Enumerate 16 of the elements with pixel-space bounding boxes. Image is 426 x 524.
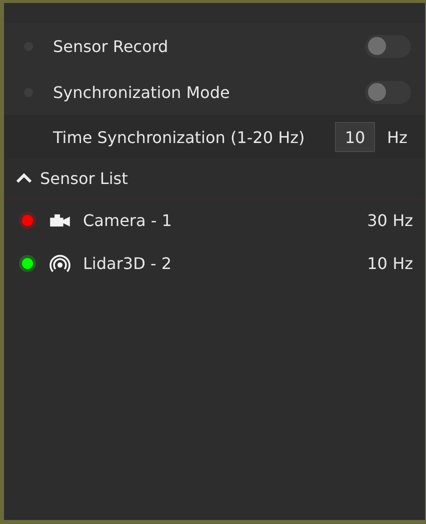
chevron-icon [16, 173, 32, 184]
sensor-name: Lidar3D - 2 [83, 254, 173, 273]
toggle-switch[interactable] [365, 34, 411, 58]
unit-label: Hz [387, 128, 408, 146]
sensor-item[interactable]: Camera - 1 30 Hz [4, 199, 425, 242]
setting-label: Time Synchronization (1-20 Hz) [53, 128, 306, 146]
setting-label: Sensor Record [53, 36, 170, 56]
sensor-rate: 10 Hz [367, 254, 413, 273]
sensor-rate: 30 Hz [367, 211, 413, 230]
signal-waves-icon [49, 254, 71, 274]
number-field[interactable]: 10 [335, 122, 375, 152]
setting-label: Synchronization Mode [53, 82, 231, 102]
sensor-name: Camera - 1 [83, 211, 173, 230]
sensor-item[interactable]: Lidar3D - 2 10 Hz [4, 242, 425, 285]
toggle-switch[interactable] [365, 80, 411, 104]
section-header[interactable]: Sensor List [4, 159, 425, 199]
